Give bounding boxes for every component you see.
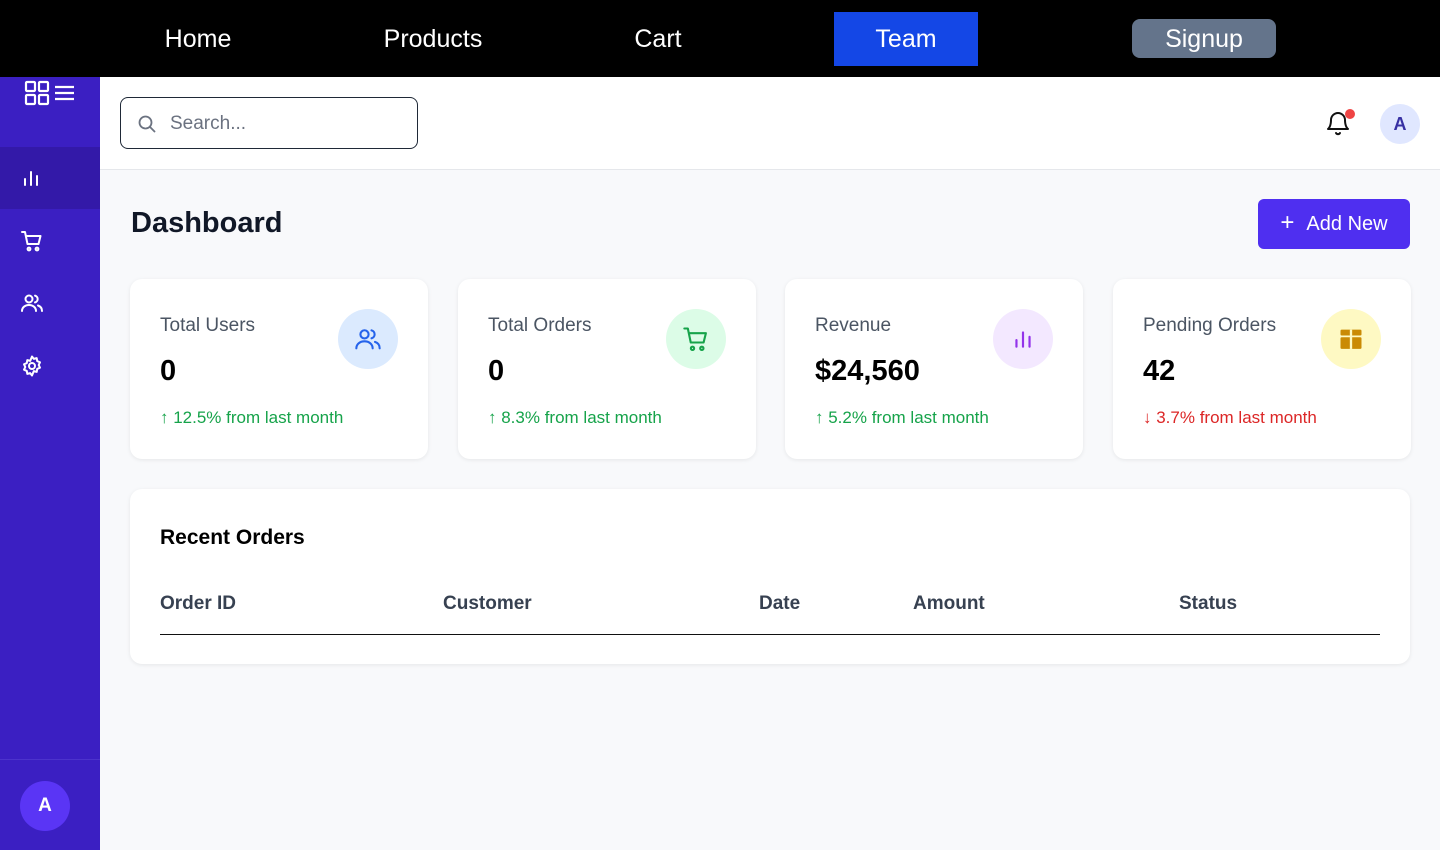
users-icon	[21, 294, 43, 312]
sidebar-item-cart[interactable]	[0, 210, 100, 272]
search-input[interactable]	[170, 110, 400, 138]
stat-icon-badge	[993, 309, 1053, 369]
stat-icon-badge	[666, 309, 726, 369]
top-navbar: Home Products Cart Team Signup	[0, 0, 1440, 77]
sidebar-item-settings[interactable]	[0, 335, 100, 397]
stat-change: ↑ 8.3% from last month	[488, 408, 662, 427]
sidebar-item-dashboard[interactable]	[0, 147, 100, 209]
stat-card-total-users: Total Users 0 ↑ 12.5% from last month	[130, 279, 428, 459]
nav-home-link[interactable]: Home	[132, 12, 264, 66]
stat-value: 0	[160, 355, 177, 387]
stat-card-pending-orders: Pending Orders 42 ↓ 3.7% from last month	[1113, 279, 1411, 459]
notification-badge-dot	[1345, 109, 1355, 119]
stat-value: 0	[488, 355, 505, 387]
sidebar-avatar[interactable]: A	[20, 781, 70, 831]
box-icon	[1340, 329, 1362, 349]
nav-products-link[interactable]: Products	[366, 12, 500, 66]
page-title: Dashboard	[131, 207, 283, 239]
chart-bar-icon	[1015, 331, 1031, 348]
cart-icon	[683, 327, 707, 352]
stat-label: Total Orders	[488, 315, 592, 336]
column-header-order-id[interactable]: Order ID	[160, 593, 236, 615]
search-box	[120, 97, 418, 149]
grid-menu-icon	[24, 80, 74, 106]
recent-orders-panel: Recent Orders Order ID Customer Date Amo…	[130, 489, 1410, 664]
user-avatar[interactable]: A	[1380, 104, 1420, 144]
stat-icon-badge	[338, 309, 398, 369]
orders-table-header: Order ID Customer Date Amount Status	[160, 593, 1380, 635]
nav-cart-link[interactable]: Cart	[608, 12, 708, 66]
column-header-status[interactable]: Status	[1179, 593, 1237, 615]
users-icon	[355, 329, 381, 350]
stat-icon-badge	[1321, 309, 1381, 369]
sidebar-footer: A	[0, 759, 100, 850]
sidebar-toggle-logo[interactable]	[24, 79, 78, 107]
stat-label: Total Users	[160, 315, 256, 336]
stat-value: 42	[1143, 355, 1176, 387]
stat-change: ↑ 12.5% from last month	[160, 408, 344, 427]
search-icon	[138, 115, 156, 133]
cart-icon	[21, 231, 42, 252]
column-header-customer[interactable]: Customer	[443, 593, 532, 615]
signup-button[interactable]: Signup	[1132, 19, 1276, 58]
notifications-button[interactable]	[1325, 109, 1355, 139]
add-new-label: Add New	[1306, 212, 1388, 235]
stat-card-total-orders: Total Orders 0 ↑ 8.3% from last month	[458, 279, 756, 459]
gear-icon	[23, 355, 41, 377]
sidebar: A	[0, 77, 100, 850]
stat-change: ↑ 5.2% from last month	[815, 408, 989, 427]
add-new-button[interactable]: + Add New	[1258, 199, 1410, 249]
stat-label: Pending Orders	[1143, 315, 1277, 336]
plus-icon: +	[1280, 208, 1295, 236]
column-header-amount[interactable]: Amount	[913, 593, 985, 615]
sidebar-item-users[interactable]	[0, 272, 100, 334]
recent-orders-title: Recent Orders	[160, 526, 305, 549]
stat-label: Revenue	[815, 315, 892, 336]
stat-change: ↓ 3.7% from last month	[1143, 408, 1317, 427]
nav-team-link[interactable]: Team	[834, 12, 978, 66]
chart-bar-icon	[24, 171, 38, 186]
column-header-date[interactable]: Date	[759, 593, 800, 615]
stat-value: $24,560	[815, 355, 920, 387]
header-bar: A	[100, 77, 1440, 170]
stat-card-revenue: Revenue $24,560 ↑ 5.2% from last month	[785, 279, 1083, 459]
